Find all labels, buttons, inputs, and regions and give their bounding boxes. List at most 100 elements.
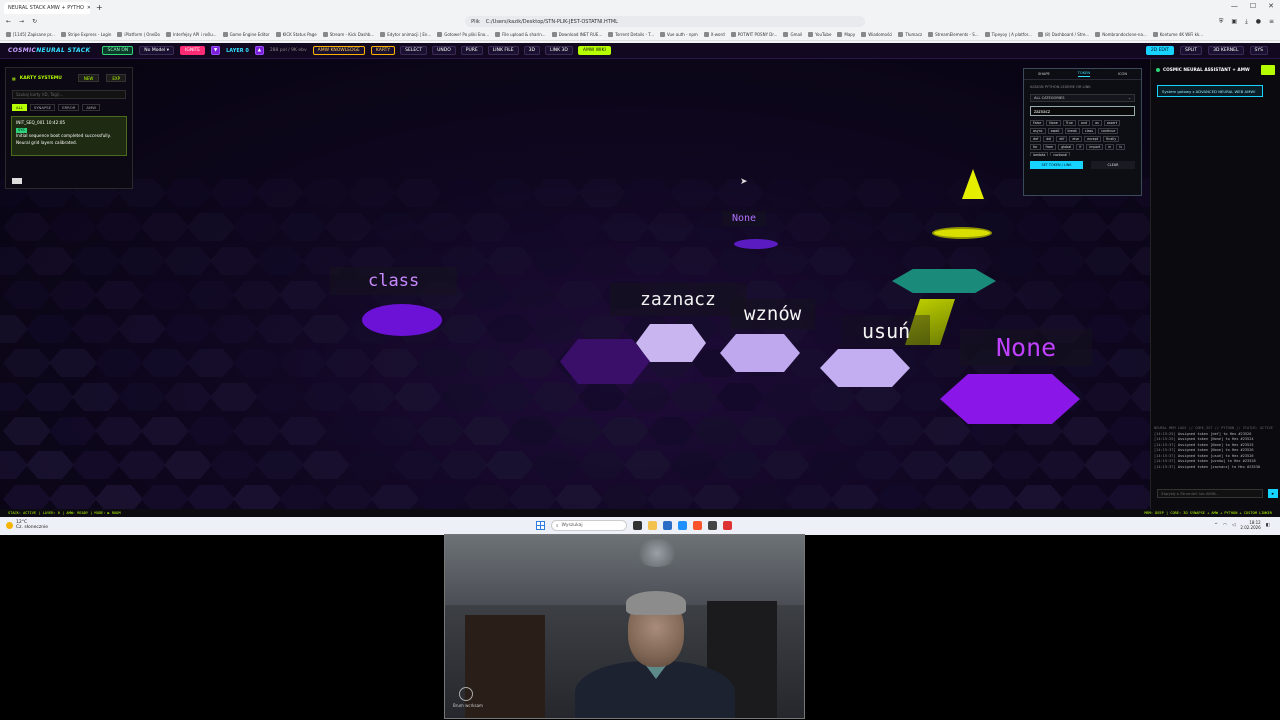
export-cards-button[interactable]: EXP — [106, 74, 126, 82]
keyword-chip[interactable]: False — [1030, 120, 1045, 126]
toolbar-button-3d[interactable]: 3D — [523, 46, 540, 55]
collapse-panel-button[interactable] — [12, 178, 22, 184]
bookmark-item[interactable]: Gotowe! Po pliki Eno... — [437, 32, 489, 37]
keyword-chip[interactable]: True — [1062, 120, 1076, 126]
keyword-chip[interactable]: from — [1042, 144, 1057, 150]
keyword-chip[interactable]: is — [1116, 144, 1125, 150]
keyword-chip[interactable]: lambda — [1030, 152, 1049, 156]
ring-node[interactable] — [932, 227, 992, 239]
view-3d-kernel-button[interactable]: 3D KERNEL — [1208, 46, 1244, 55]
maximize-icon[interactable]: ☐ — [1250, 2, 1256, 10]
keyword-chip[interactable]: del — [1043, 136, 1055, 142]
minimize-icon[interactable]: — — [1231, 2, 1238, 10]
taskbar-search[interactable]: ⌕ Wyszukaj — [551, 520, 627, 531]
hex-tile[interactable] — [560, 339, 650, 384]
weather-widget[interactable]: 12°C Cz. słonecznie — [6, 520, 48, 530]
bookmark-item[interactable]: POTWIT POSNY Dr... — [730, 32, 777, 37]
bookmark-item[interactable]: Interfejsy API i roślu... — [165, 32, 217, 37]
bookmark-item[interactable]: Torrent Details - T... — [608, 32, 654, 37]
back-icon[interactable]: ← — [6, 18, 11, 25]
extensions-icon[interactable]: ▣ — [1231, 18, 1237, 26]
layer-up-button[interactable]: ▲ — [254, 46, 264, 55]
filter-amw[interactable]: AMW — [82, 104, 101, 111]
keyword-chip[interactable]: in — [1105, 144, 1115, 150]
keyword-chip[interactable]: assert — [1103, 120, 1120, 126]
view-split-button[interactable]: SPLIT — [1179, 46, 1203, 55]
brave-icon[interactable] — [693, 521, 702, 530]
bookmark-item[interactable]: KICK Status Page — [275, 32, 317, 37]
scene-label-none-top[interactable]: None — [722, 211, 767, 226]
toolbar-button-amw-wiki[interactable]: AMW WIKI — [577, 46, 611, 55]
category-select[interactable]: ALL CATEGORIES ⌄ — [1030, 94, 1135, 102]
clock[interactable]: 18:12 2.02.2026 — [1240, 520, 1260, 530]
keyword-chip[interactable]: elif — [1056, 136, 1068, 142]
bookmark-item[interactable]: [1145] Zapisane pr... — [6, 32, 55, 37]
file-explorer-icon[interactable] — [648, 521, 657, 530]
recorder-icon[interactable] — [723, 521, 732, 530]
browser-tab[interactable]: NEURAL STACK AMW + PYTHO ✕ — [4, 2, 90, 14]
keyword-chip[interactable]: async — [1030, 128, 1046, 134]
hex-tile-lit[interactable] — [720, 334, 800, 372]
scene-label-class[interactable]: class — [330, 267, 458, 295]
bookmark-item[interactable]: Stripe Express - Login — [60, 32, 111, 37]
keyword-chip[interactable]: global — [1058, 144, 1075, 150]
bookmark-item[interactable]: Mapy — [837, 32, 855, 37]
sys-button[interactable]: SYS — [1249, 46, 1268, 55]
store-icon[interactable] — [663, 521, 672, 530]
close-window-icon[interactable]: ✕ — [1268, 2, 1274, 10]
layer-down-button[interactable]: ▼ — [211, 46, 221, 55]
none-node-disc[interactable] — [734, 239, 778, 249]
tab-shape[interactable]: SHAPE — [1038, 72, 1050, 76]
toolbar-button-select[interactable]: SELECT — [400, 46, 428, 55]
bookmark-item[interactable]: Kontume 4K WiFi kk... — [1152, 32, 1203, 37]
token-input[interactable]: zaznacz — [1030, 106, 1135, 116]
hex-tile-lit[interactable] — [636, 324, 706, 362]
system-card[interactable]: INIT_SEQ_001 10:42:05 SYS Initial sequen… — [11, 116, 127, 156]
keyword-chip[interactable]: except — [1084, 136, 1102, 142]
wifi-icon[interactable]: ◠ — [1223, 523, 1227, 528]
scene-label-zaznacz[interactable]: zaznacz — [610, 283, 746, 316]
reload-icon[interactable]: ↻ — [32, 18, 37, 25]
keyword-chip[interactable]: finally — [1103, 136, 1120, 142]
bookmark-item[interactable]: Vue auth - npm — [660, 32, 698, 37]
class-node-disc[interactable] — [362, 304, 442, 336]
scene-label-usun[interactable]: usuń — [842, 315, 931, 347]
keyword-chip[interactable]: def — [1030, 136, 1042, 142]
volume-icon[interactable]: ◁ — [1232, 523, 1235, 528]
toolbar-button-link-file[interactable]: LINK FILE — [487, 46, 519, 55]
keyword-chip[interactable]: nonlocal — [1050, 152, 1071, 156]
hex-tile-selected[interactable] — [940, 374, 1080, 424]
notifications-icon[interactable]: ◧ — [1266, 523, 1270, 528]
toolbar-button-karty[interactable]: KARTY — [370, 46, 396, 55]
keyword-chip[interactable]: continue — [1098, 128, 1119, 134]
keyword-chip[interactable]: class — [1081, 128, 1097, 134]
profile-icon[interactable]: ● — [1256, 18, 1261, 26]
edge-icon[interactable] — [678, 521, 687, 530]
toolbar-button-link-3d[interactable]: LINK 3D — [544, 46, 573, 55]
ignite-button[interactable]: IGNITE — [180, 46, 206, 55]
keyword-chip[interactable]: else — [1069, 136, 1083, 142]
bookmark-item[interactable]: Download INET RUE... — [551, 32, 602, 37]
tab-icon[interactable]: ICON — [1118, 72, 1127, 76]
assistant-toggle-button[interactable] — [1261, 65, 1275, 75]
hex-tile-lit[interactable] — [820, 349, 910, 387]
bookmark-item[interactable]: StreamElements - S... — [928, 32, 979, 37]
filter-synapse[interactable]: SYNAPSE — [29, 104, 56, 111]
toolbar-button-undo[interactable]: UNDO — [432, 46, 456, 55]
keyword-chip[interactable]: None — [1046, 120, 1061, 126]
menu-icon[interactable]: ≡ — [1269, 18, 1274, 26]
keyword-chip[interactable]: await — [1047, 128, 1063, 134]
bookmark-item[interactable]: Tipeyoy | A platfor... — [984, 32, 1032, 37]
bookmark-item[interactable]: Tłumacz — [898, 32, 922, 37]
bookmark-item[interactable]: File upload & sharin... — [495, 32, 546, 37]
bookmark-item[interactable]: Stream - Kick Dashb... — [322, 32, 374, 37]
new-card-button[interactable]: NEW — [77, 74, 100, 82]
close-tab-icon[interactable]: ✕ — [87, 5, 90, 11]
tray-chevron-icon[interactable]: ^ — [1214, 523, 1218, 528]
cards-search-input[interactable]: Szukaj karty (ID, Tagi)... — [12, 90, 126, 99]
bookmark-item[interactable]: Gmail — [783, 32, 802, 37]
view-2d-edit-button[interactable]: 2D EDIT — [1145, 46, 1174, 55]
bookmark-item[interactable]: iPlatform | OneDo — [117, 32, 160, 37]
filter-error[interactable]: ERROR — [58, 104, 80, 111]
keyword-chip[interactable]: import — [1086, 144, 1104, 150]
